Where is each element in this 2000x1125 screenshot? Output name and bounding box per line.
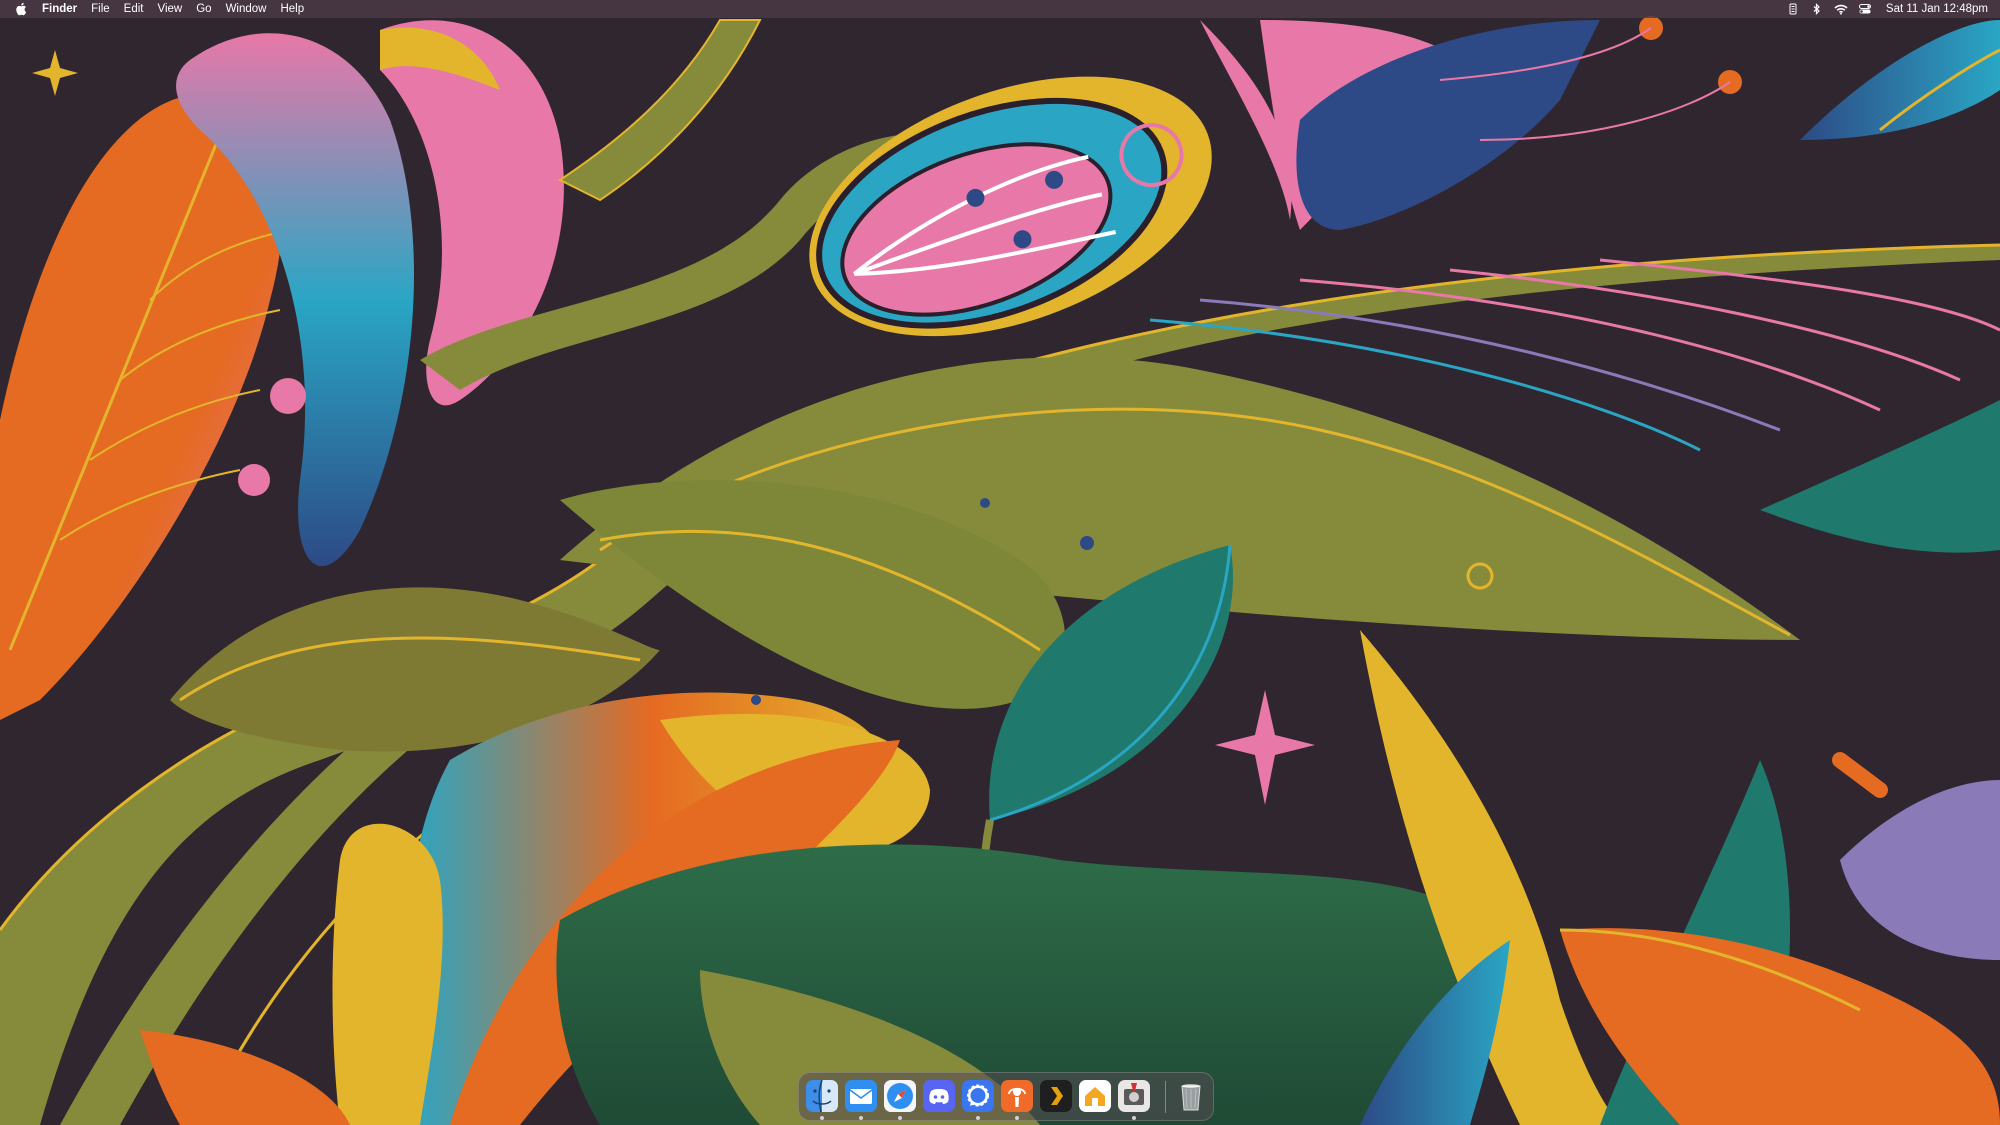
menu-window[interactable]: Window xyxy=(226,0,267,18)
running-indicator xyxy=(859,1116,863,1120)
menu-app-finder[interactable]: Finder xyxy=(42,0,77,18)
menu-file[interactable]: File xyxy=(91,0,110,18)
apple-logo-icon[interactable] xyxy=(14,0,28,18)
podcast-app-icon[interactable] xyxy=(1000,1079,1034,1120)
mail-icon[interactable] xyxy=(844,1079,878,1120)
signal-icon[interactable] xyxy=(961,1079,995,1120)
running-indicator xyxy=(976,1116,980,1120)
plex-icon[interactable] xyxy=(1039,1079,1073,1113)
desktop-wallpaper xyxy=(0,16,2000,1125)
disk-utility-icon[interactable] xyxy=(1117,1079,1151,1120)
battery-case-icon[interactable] xyxy=(1786,2,1800,16)
menubar-clock[interactable]: Sat 11 Jan 12:48pm xyxy=(1886,3,1988,15)
dock-separator xyxy=(1165,1081,1166,1113)
safari-icon[interactable] xyxy=(883,1079,917,1120)
dock xyxy=(798,1072,1214,1121)
menu-go[interactable]: Go xyxy=(196,0,211,18)
finder-icon[interactable] xyxy=(805,1079,839,1120)
trash-icon[interactable] xyxy=(1174,1079,1208,1113)
control-center-icon[interactable] xyxy=(1858,2,1872,16)
menu-bar: Finder File Edit View Go Window Help Sat… xyxy=(0,0,2000,18)
home-icon[interactable] xyxy=(1078,1079,1112,1113)
bluetooth-icon[interactable] xyxy=(1810,2,1824,16)
menu-view[interactable]: View xyxy=(158,0,183,18)
menu-help[interactable]: Help xyxy=(280,0,304,18)
running-indicator xyxy=(1015,1116,1019,1120)
discord-icon[interactable] xyxy=(922,1079,956,1113)
running-indicator xyxy=(898,1116,902,1120)
running-indicator xyxy=(1132,1116,1136,1120)
menu-edit[interactable]: Edit xyxy=(124,0,144,18)
wifi-icon[interactable] xyxy=(1834,2,1848,16)
running-indicator xyxy=(820,1116,824,1120)
